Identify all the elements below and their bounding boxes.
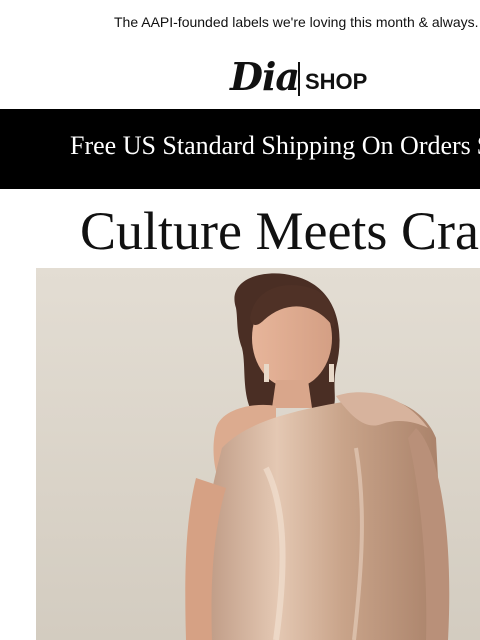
- logo-script: Dia: [230, 54, 300, 99]
- shipping-banner-text: Free US Standard Shipping On Orders $1: [70, 131, 480, 160]
- headline: Culture Meets Cra: [0, 200, 480, 264]
- hero-model-illustration: [36, 268, 480, 640]
- logo-shop: SHOP: [305, 69, 368, 94]
- logo-divider: [298, 62, 300, 96]
- hero-image[interactable]: [36, 268, 480, 640]
- shipping-banner[interactable]: Free US Standard Shipping On Orders $1: [0, 109, 480, 189]
- dia-shop-logo[interactable]: Dia SHOP: [0, 52, 480, 102]
- preheader-text: The AAPI-founded labels we're loving thi…: [114, 14, 479, 30]
- preheader: The AAPI-founded labels we're loving thi…: [0, 14, 480, 34]
- headline-text: Culture Meets Cra: [80, 201, 479, 261]
